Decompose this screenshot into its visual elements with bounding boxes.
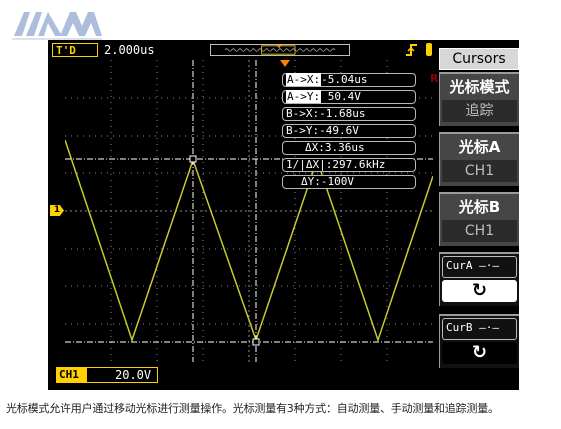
softkey-cur-b[interactable]: CurB —·— ↻ [439, 314, 519, 368]
softkey-cur-a[interactable]: CurA —·— ↻ [439, 252, 519, 306]
readout-a-x: A->X:-5.04us [282, 73, 416, 87]
channel-info-bar: CH1 ═ 20.0V [48, 362, 436, 390]
status-indicator [426, 43, 432, 56]
ch1-volts-per-div: 20.0V [115, 368, 152, 382]
waveform-graticule [65, 60, 433, 362]
cursor-a-source: CH1 [442, 160, 517, 182]
cursor-b-label: 光标B [458, 198, 501, 216]
cursor-a-marker [189, 155, 197, 163]
rotate-knob-icon: ↻ [442, 280, 517, 302]
softkey-cursor-b[interactable]: 光标B CH1 [439, 192, 519, 246]
caption-text: 光标模式允许用户通过移动光标进行测量操作。光标测量有3种方式：自动测量、手动测量… [6, 402, 499, 415]
ch1-info[interactable]: CH1 ═ 20.0V [56, 367, 158, 390]
trigger-status: T'D [52, 43, 98, 57]
softkey-cursor-a[interactable]: 光标A CH1 [439, 132, 519, 186]
cur-b-indicator: CurB —·— [442, 318, 517, 340]
readout-b-x: B->X:-1.68us [282, 107, 416, 121]
rising-edge-trigger-icon [404, 42, 420, 58]
readout-delta-x: ΔX:3.36us [282, 141, 416, 155]
cursor-b-source: CH1 [442, 220, 517, 242]
cursor-mode-label: 光标模式 [449, 78, 510, 96]
cursor-a-label: 光标A [458, 138, 501, 156]
menu-title: Cursors [439, 48, 519, 70]
softkey-cursor-mode[interactable]: 光标模式 追踪 [439, 72, 519, 126]
memory-position-bar [210, 44, 350, 56]
ch1-ground-marker[interactable]: 1 [50, 205, 64, 216]
readout-b-y: B->Y:-49.6V [282, 124, 416, 138]
oscilloscope-screen: T'D 2.000us 1 A->X:-5.04us A->Y: 50.4V B… [48, 40, 519, 390]
readout-frequency: 1/|ΔX|:297.6kHz [282, 158, 416, 172]
cursors-menu: Cursors 光标模式 追踪 光标A CH1 光标B CH1 CurA —·—… [436, 44, 519, 390]
cursor-mode-value: 追踪 [442, 100, 517, 122]
cursor-b-marker [252, 338, 260, 346]
rotate-knob-icon: ↻ [442, 342, 517, 364]
readout-delta-y: ΔY:-100V [282, 175, 416, 189]
cur-a-indicator: CurA —·— [442, 256, 517, 278]
readout-a-y: A->Y: 50.4V [282, 90, 416, 104]
timebase-readout: 2.000us [104, 43, 155, 57]
ch1-label: CH1 ═ [57, 368, 87, 390]
